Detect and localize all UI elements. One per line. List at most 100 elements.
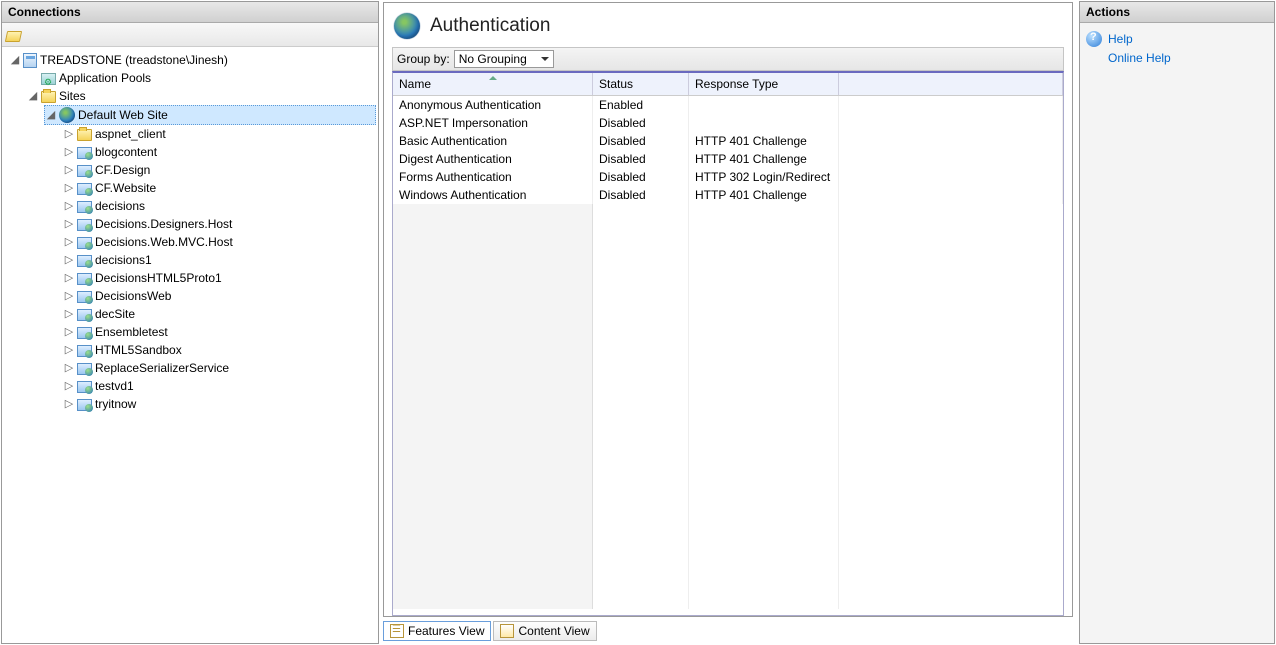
cell-blank	[839, 96, 1063, 114]
expander-icon[interactable]: ◢	[46, 110, 56, 120]
group-by-label: Group by:	[397, 52, 450, 66]
group-by-value: No Grouping	[459, 52, 527, 66]
table-body: Anonymous AuthenticationEnabledASP.NET I…	[393, 96, 1063, 615]
tree-item[interactable]: ▷DecisionsHTML5Proto1	[62, 269, 376, 287]
actions-header: Actions	[1080, 2, 1274, 23]
features-view-icon	[390, 624, 404, 638]
tab-features-view[interactable]: Features View	[383, 621, 491, 641]
table-row[interactable]: Basic AuthenticationDisabledHTTP 401 Cha…	[393, 132, 1063, 150]
webapp-icon	[77, 345, 92, 357]
expander-icon[interactable]: ▷	[64, 255, 74, 265]
tree-item-label: Sites	[59, 87, 86, 105]
cell-status: Disabled	[593, 150, 689, 168]
tree-item[interactable]: ▷CF.Design	[62, 161, 376, 179]
tree-default-web-site[interactable]: ◢ Default Web Site	[44, 105, 376, 125]
expander-icon[interactable]: ▷	[64, 381, 74, 391]
expander-icon[interactable]: ▷	[64, 147, 74, 157]
col-header-response[interactable]: Response Type	[689, 73, 839, 95]
expander-icon[interactable]: ▷	[64, 183, 74, 193]
expander-icon[interactable]: ▷	[64, 237, 74, 247]
cell-name: ASP.NET Impersonation	[393, 114, 593, 132]
tree-item-label: Application Pools	[59, 69, 151, 87]
table-row[interactable]: Windows AuthenticationDisabledHTTP 401 C…	[393, 186, 1063, 204]
tree-item-label: Ensembletest	[95, 323, 168, 341]
expander-icon[interactable]: ▷	[64, 399, 74, 409]
cell-blank	[839, 168, 1063, 186]
cell-blank	[839, 150, 1063, 168]
expander-icon[interactable]: ▷	[64, 165, 74, 175]
expander-icon[interactable]: ▷	[64, 219, 74, 229]
cell-response: HTTP 302 Login/Redirect	[689, 168, 839, 186]
tree-item[interactable]: ▷ReplaceSerializerService	[62, 359, 376, 377]
tree-item-label: tryitnow	[95, 395, 136, 413]
tree-item[interactable]: ▷ HTML5Sandbox	[62, 341, 376, 359]
cell-blank	[839, 114, 1063, 132]
webapp-icon	[77, 183, 92, 195]
tree-item[interactable]: ▷Decisions.Designers.Host	[62, 215, 376, 233]
folder-open-icon[interactable]	[5, 31, 22, 42]
tree-item-label: HTML5Sandbox	[95, 341, 182, 359]
expander-icon[interactable]: ▷	[64, 363, 74, 373]
actions-panel: Actions Help Online Help	[1079, 1, 1275, 644]
tree-item-label: Decisions.Web.MVC.Host	[95, 233, 233, 251]
tree-item[interactable]: ▷DecisionsWeb	[62, 287, 376, 305]
table-row[interactable]: Forms AuthenticationDisabledHTTP 302 Log…	[393, 168, 1063, 186]
col-header-name[interactable]: Name	[393, 73, 593, 95]
expander-icon[interactable]: ◢	[28, 91, 38, 101]
folder-icon	[41, 91, 56, 103]
webapp-icon	[77, 273, 92, 285]
expander-icon[interactable]: ▷	[64, 201, 74, 211]
expander-icon[interactable]: ▷	[64, 129, 74, 139]
table-row[interactable]: Digest AuthenticationDisabledHTTP 401 Ch…	[393, 150, 1063, 168]
webapp-icon	[77, 165, 92, 177]
tree-item-label: decisions1	[95, 251, 152, 269]
tree-item[interactable]: ▷ Ensembletest	[62, 323, 376, 341]
connections-toolbar	[2, 23, 378, 47]
expander-icon[interactable]: ▷	[64, 309, 74, 319]
tree-item-label: TREADSTONE (treadstone\Jinesh)	[40, 51, 228, 69]
cell-name: Digest Authentication	[393, 150, 593, 168]
cell-name: Forms Authentication	[393, 168, 593, 186]
tree-app-pools[interactable]: Application Pools	[26, 69, 376, 87]
group-by-select[interactable]: No Grouping	[454, 50, 554, 68]
cell-name: Anonymous Authentication	[393, 96, 593, 114]
cell-status: Disabled	[593, 186, 689, 204]
tab-content-view[interactable]: Content View	[493, 621, 596, 641]
expander-icon[interactable]: ▷	[64, 345, 74, 355]
tree-item[interactable]: ▷CF.Website	[62, 179, 376, 197]
tree-item[interactable]: ▷ decisions1	[62, 251, 376, 269]
tree-item-label: testvd1	[95, 377, 134, 395]
page-title: Authentication	[430, 15, 550, 37]
tree-item[interactable]: ▷blogcontent	[62, 143, 376, 161]
folder-icon	[77, 129, 92, 141]
expander-icon[interactable]: ▷	[64, 273, 74, 283]
tree-sites[interactable]: ◢ Sites	[26, 87, 376, 105]
webapp-icon	[77, 363, 92, 375]
globe-icon	[394, 13, 420, 39]
app-pools-icon	[41, 73, 56, 85]
tree-item[interactable]: ▷aspnet_client	[62, 125, 376, 143]
table-row[interactable]: ASP.NET ImpersonationDisabled	[393, 114, 1063, 132]
tree-item[interactable]: ▷decSite	[62, 305, 376, 323]
action-help[interactable]: Help	[1084, 29, 1270, 49]
page-header: Authentication	[392, 9, 1064, 47]
webapp-icon	[77, 201, 92, 213]
tree-server-node[interactable]: ◢ TREADSTONE (treadstone\Jinesh)	[8, 51, 376, 69]
connections-panel: Connections ◢ TREADSTONE (treadstone\Jin…	[1, 1, 379, 644]
action-online-help[interactable]: Online Help	[1084, 49, 1270, 67]
cell-blank	[839, 186, 1063, 204]
expander-icon[interactable]: ▷	[64, 327, 74, 337]
table-row[interactable]: Anonymous AuthenticationEnabled	[393, 96, 1063, 114]
tree-item[interactable]: ▷ tryitnow	[62, 395, 376, 413]
expander-icon[interactable]: ▷	[64, 291, 74, 301]
auth-table: Name Status Response Type Anonymous Auth…	[392, 71, 1064, 616]
table-header: Name Status Response Type	[393, 73, 1063, 96]
tree-item[interactable]: ▷ testvd1	[62, 377, 376, 395]
col-header-status[interactable]: Status	[593, 73, 689, 95]
connections-tree[interactable]: ◢ TREADSTONE (treadstone\Jinesh) Applica…	[2, 47, 378, 643]
tree-item[interactable]: ▷ Decisions.Web.MVC.Host	[62, 233, 376, 251]
tree-item[interactable]: ▷decisions	[62, 197, 376, 215]
view-tabs: Features View Content View	[383, 617, 1073, 643]
expander-icon[interactable]: ◢	[10, 55, 20, 65]
content-box: Authentication Group by: No Grouping Nam…	[383, 2, 1073, 617]
